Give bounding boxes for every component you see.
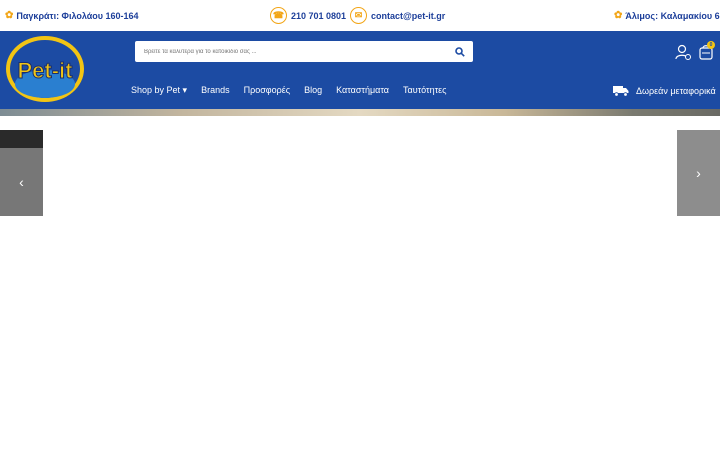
search-icon <box>455 46 465 57</box>
search-bar <box>135 41 473 62</box>
address-right[interactable]: ✿ Άλιμος: Καλαμακίου 61 <box>614 0 720 31</box>
chevron-left-icon: ‹ <box>19 174 24 190</box>
search-button[interactable] <box>447 41 473 62</box>
pet-it-logo[interactable]: Pet-it <box>4 34 86 104</box>
nav-ids[interactable]: Ταυτότητες <box>403 85 447 96</box>
email-link[interactable]: ✉ contact@pet-it.gr <box>350 0 445 31</box>
nav-stores[interactable]: Καταστήματα <box>336 85 389 96</box>
paw-icon: ✿ <box>5 10 14 21</box>
user-account-icon[interactable] <box>674 43 692 61</box>
email-text: contact@pet-it.gr <box>371 10 446 21</box>
nav-brands[interactable]: Brands <box>201 85 230 96</box>
logo-text: Pet-it <box>18 58 74 83</box>
nav-offers[interactable]: Προσφορές <box>244 85 291 96</box>
phone-link[interactable]: ☎ 210 701 0801 <box>270 0 346 31</box>
phone-text: 210 701 0801 <box>291 10 347 21</box>
address-right-text: Άλιμος: Καλαμακίου 61 <box>625 10 720 21</box>
chevron-right-icon: › <box>696 165 701 181</box>
nav-blog[interactable]: Blog <box>304 85 322 96</box>
paw-icon: ✿ <box>614 10 623 21</box>
main-header: Pet-it Shop by Pet ▾ Brands Προσφορές Bl… <box>0 31 720 109</box>
cart-count-badge: 0 <box>707 41 715 49</box>
main-nav: Shop by Pet ▾ Brands Προσφορές Blog Κατα… <box>131 85 447 96</box>
slider-prev-button[interactable]: ‹ <box>0 130 43 216</box>
truck-icon <box>613 86 629 97</box>
slider-next-button[interactable]: › <box>677 130 720 216</box>
mail-icon: ✉ <box>350 7 367 24</box>
nav-shop-by-pet[interactable]: Shop by Pet ▾ <box>131 85 187 96</box>
top-info-bar: ✿ Παγκράτι: Φιλολάου 160-164 ☎ 210 701 0… <box>0 0 720 31</box>
address-left[interactable]: ✿ Παγκράτι: Φιλολάου 160-164 <box>5 0 139 31</box>
hero-banner-strip <box>0 109 720 116</box>
phone-icon: ☎ <box>270 7 287 24</box>
free-shipping: Δωρεάν μεταφορικά <box>613 85 716 97</box>
free-shipping-label: Δωρεάν μεταφορικά <box>636 86 716 96</box>
address-left-text: Παγκράτι: Φιλολάου 160-164 <box>16 10 139 21</box>
search-input[interactable] <box>135 41 447 62</box>
